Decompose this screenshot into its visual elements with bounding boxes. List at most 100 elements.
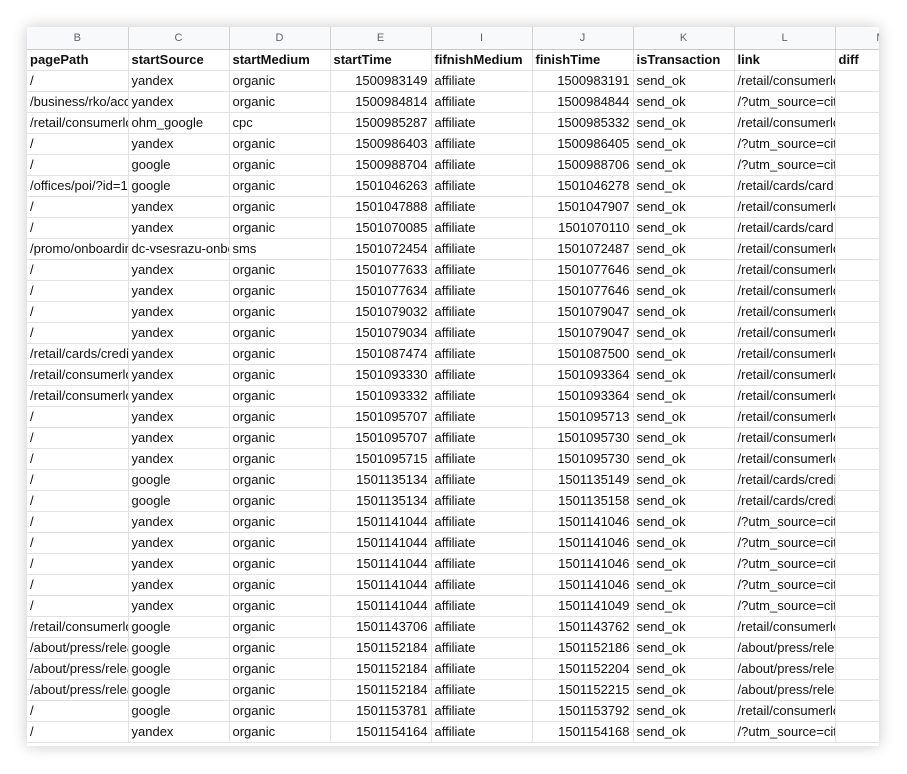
table-cell[interactable]: affiliate [431, 238, 533, 260]
table-cell[interactable]: google [128, 700, 230, 722]
table-cell[interactable]: organic [229, 322, 331, 344]
table-cell[interactable]: yandex [128, 385, 230, 407]
table-cell[interactable]: send_ok [633, 91, 735, 113]
table-cell[interactable]: -30 [835, 91, 879, 113]
table-cell[interactable]: google [128, 679, 230, 701]
table-cell[interactable]: yandex [128, 532, 230, 554]
table-cell[interactable]: 1501141046 [532, 511, 634, 533]
table-cell[interactable]: affiliate [431, 364, 533, 386]
table-cell[interactable]: /retail/consumerloans [734, 238, 836, 260]
table-cell[interactable]: -4 [835, 721, 879, 743]
table-cell[interactable]: / [27, 280, 129, 302]
table-cell[interactable]: yandex [128, 280, 230, 302]
table-cell[interactable]: send_ok [633, 616, 735, 638]
table-cell[interactable]: 1501135134 [330, 490, 432, 512]
header-cell[interactable]: fifnishMedium [431, 49, 533, 71]
table-cell[interactable]: /retail/consumerloans [734, 322, 836, 344]
table-cell[interactable]: organic [229, 196, 331, 218]
table-cell[interactable]: yandex [128, 721, 230, 743]
table-cell[interactable]: affiliate [431, 217, 533, 239]
table-cell[interactable]: 1501152184 [330, 658, 432, 680]
table-cell[interactable]: yandex [128, 133, 230, 155]
table-cell[interactable]: organic [229, 91, 331, 113]
table-cell[interactable]: send_ok [633, 196, 735, 218]
table-cell[interactable]: send_ok [633, 679, 735, 701]
table-cell[interactable]: 1501152204 [532, 658, 634, 680]
column-header-5[interactable]: J [532, 27, 634, 50]
table-cell[interactable]: /retail/consumerloans [734, 70, 836, 92]
table-cell[interactable]: 1501093364 [532, 385, 634, 407]
table-cell[interactable]: /retail/consumerloans [734, 343, 836, 365]
table-cell[interactable]: -11 [835, 700, 879, 722]
table-cell[interactable]: 1500984844 [532, 91, 634, 113]
table-cell[interactable]: cpc [229, 112, 331, 134]
table-cell[interactable]: -34 [835, 364, 879, 386]
table-cell[interactable]: 1501070110 [532, 217, 634, 239]
column-header-7[interactable]: L [734, 27, 836, 50]
table-cell[interactable]: organic [229, 658, 331, 680]
table-cell[interactable]: affiliate [431, 532, 533, 554]
table-cell[interactable]: /retail/consumerloans [27, 385, 129, 407]
table-cell[interactable]: -15 [835, 469, 879, 491]
table-cell[interactable]: yandex [128, 343, 230, 365]
table-cell[interactable]: affiliate [431, 427, 533, 449]
table-cell[interactable]: affiliate [431, 154, 533, 176]
table-cell[interactable]: organic [229, 343, 331, 365]
table-cell[interactable]: affiliate [431, 385, 533, 407]
table-cell[interactable]: / [27, 490, 129, 512]
table-cell[interactable]: affiliate [431, 511, 533, 533]
table-cell[interactable]: / [27, 448, 129, 470]
table-cell[interactable]: 1501141044 [330, 553, 432, 575]
table-cell[interactable]: / [27, 511, 129, 533]
table-cell[interactable]: google [128, 175, 230, 197]
table-cell[interactable]: / [27, 574, 129, 596]
table-cell[interactable]: organic [229, 406, 331, 428]
table-cell[interactable]: -15 [835, 175, 879, 197]
table-cell[interactable]: yandex [128, 322, 230, 344]
table-cell[interactable]: yandex [128, 196, 230, 218]
table-cell[interactable]: /about/press/releases [734, 679, 836, 701]
table-cell[interactable]: 1501079034 [330, 322, 432, 344]
table-cell[interactable]: organic [229, 154, 331, 176]
table-cell[interactable]: 1501072454 [330, 238, 432, 260]
table-cell[interactable]: sms [229, 238, 331, 260]
table-cell[interactable]: 1501095730 [532, 427, 634, 449]
table-cell[interactable]: /promo/onboarding [27, 238, 129, 260]
table-cell[interactable]: -2 [835, 154, 879, 176]
table-cell[interactable]: /about/press/releases [27, 637, 129, 659]
table-cell[interactable]: -33 [835, 238, 879, 260]
table-cell[interactable]: google [128, 658, 230, 680]
table-cell[interactable]: organic [229, 553, 331, 575]
table-cell[interactable]: yandex [128, 406, 230, 428]
table-cell[interactable]: 1501077633 [330, 259, 432, 281]
table-cell[interactable]: 1501046278 [532, 175, 634, 197]
column-header-1[interactable]: C [128, 27, 230, 50]
table-cell[interactable]: send_ok [633, 658, 735, 680]
table-cell[interactable]: 1501093330 [330, 364, 432, 386]
table-cell[interactable]: 1501141044 [330, 595, 432, 617]
table-cell[interactable]: 1501152184 [330, 637, 432, 659]
column-header-6[interactable]: K [633, 27, 735, 50]
table-cell[interactable]: yandex [128, 91, 230, 113]
table-cell[interactable]: -2 [835, 637, 879, 659]
table-cell[interactable]: / [27, 469, 129, 491]
table-cell[interactable]: google [128, 616, 230, 638]
table-cell[interactable]: yandex [128, 427, 230, 449]
table-cell[interactable]: yandex [128, 574, 230, 596]
table-cell[interactable]: /retail/consumerloans [734, 406, 836, 428]
table-cell[interactable]: organic [229, 364, 331, 386]
table-cell[interactable]: /about/press/releases [27, 679, 129, 701]
table-cell[interactable]: yandex [128, 364, 230, 386]
table-cell[interactable]: /retail/consumerloans [734, 364, 836, 386]
table-cell[interactable]: affiliate [431, 196, 533, 218]
table-cell[interactable]: affiliate [431, 574, 533, 596]
table-cell[interactable]: send_ok [633, 532, 735, 554]
table-cell[interactable]: / [27, 532, 129, 554]
column-header-8[interactable]: M [835, 27, 879, 50]
table-cell[interactable]: / [27, 595, 129, 617]
table-cell[interactable]: / [27, 196, 129, 218]
table-cell[interactable]: /about/press/releases [734, 658, 836, 680]
table-cell[interactable]: -23 [835, 427, 879, 449]
header-cell[interactable]: finishTime [532, 49, 634, 71]
table-cell[interactable]: 1500985332 [532, 112, 634, 134]
